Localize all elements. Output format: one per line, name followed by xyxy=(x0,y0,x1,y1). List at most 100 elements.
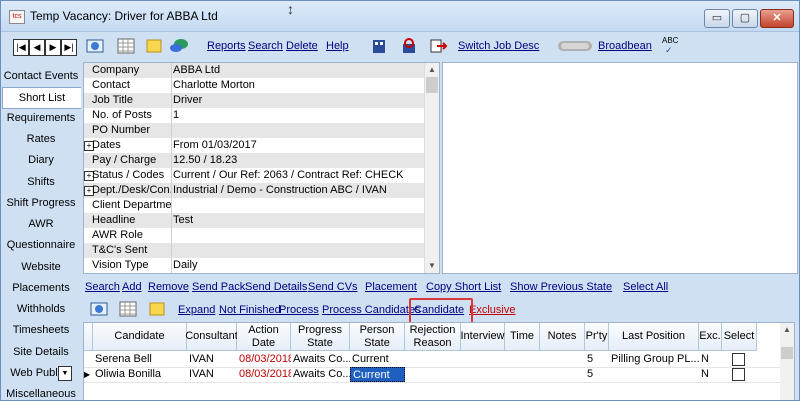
minimize-button[interactable]: ▭ xyxy=(704,9,730,28)
cell-candidate[interactable]: Oliwia Bonilla xyxy=(93,367,187,382)
sidebar-item-short-list[interactable]: Short List xyxy=(2,87,81,109)
sidebar-item-website[interactable]: Website xyxy=(1,257,81,277)
action-send-details-link[interactable]: Send Details xyxy=(245,281,307,293)
search-link[interactable]: Search xyxy=(248,40,283,52)
action-remove-link[interactable]: Remove xyxy=(148,281,189,293)
note-small-icon[interactable] xyxy=(147,300,167,318)
action-not-finished-link[interactable]: Not Finished xyxy=(219,304,281,316)
sidebar-item-questionnaire[interactable]: Questionnaire xyxy=(1,235,81,255)
column-header-action-date[interactable]: Action Date xyxy=(237,323,291,351)
action-process-candidates-link[interactable]: Process Candidates xyxy=(322,304,420,316)
last-record-icon[interactable]: ▶| xyxy=(61,39,77,56)
sidebar-item-awr[interactable]: AWR xyxy=(1,214,81,234)
scroll-up-icon[interactable]: ▲ xyxy=(425,63,439,77)
previous-record-icon[interactable]: ◀ xyxy=(29,39,45,56)
column-header-rejection-reason[interactable]: Rejection Reason xyxy=(405,323,461,351)
sidebar-item-shift-progress[interactable]: Shift Progress xyxy=(1,193,81,213)
sidebar-item-timesheets[interactable]: Timesheets xyxy=(1,320,81,340)
exit-icon[interactable] xyxy=(428,37,448,55)
grid-small-icon[interactable] xyxy=(118,300,138,318)
cell-priority[interactable]: 5 xyxy=(585,352,609,367)
cell-last-position[interactable] xyxy=(609,367,699,382)
detail-value[interactable]: Industrial / Demo - Construction ABC / I… xyxy=(173,183,387,198)
grid-scrollbar[interactable]: ▲ xyxy=(780,323,794,400)
detail-row[interactable]: PO Number xyxy=(84,123,424,138)
column-header-person-state[interactable]: Person State xyxy=(350,323,405,351)
lock-icon[interactable] xyxy=(399,37,419,55)
action-copy-short-list-link[interactable]: Copy Short List xyxy=(426,281,501,293)
column-header-interview[interactable]: Interview xyxy=(460,323,505,351)
action-select-all-link[interactable]: Select All xyxy=(623,281,668,293)
next-record-icon[interactable]: ▶ xyxy=(45,39,61,56)
cell-progress[interactable]: Awaits Co... xyxy=(291,367,350,382)
detail-row[interactable]: Company ABBA Ltd xyxy=(84,63,424,78)
sidebar-item-site-details[interactable]: Site Details xyxy=(1,342,81,362)
details-scrollbar[interactable]: ▲ ▼ xyxy=(424,63,439,273)
column-header-select[interactable]: Select xyxy=(722,323,757,351)
action-expand-link[interactable]: Expand xyxy=(178,304,215,316)
photo-icon[interactable] xyxy=(85,37,105,55)
detail-value[interactable]: ABBA Ltd xyxy=(173,63,220,78)
detail-value[interactable]: 1 xyxy=(173,108,179,123)
detail-row[interactable]: Contact Charlotte Morton xyxy=(84,78,424,93)
scroll-down-icon[interactable]: ▼ xyxy=(425,259,439,273)
reports-link[interactable]: Reports xyxy=(207,40,246,52)
sidebar-item-contact-events[interactable]: Contact Events xyxy=(1,66,81,86)
spellcheck-icon[interactable]: ABC xyxy=(662,36,678,45)
cell-last-position[interactable]: Pilling Group PL... xyxy=(609,352,699,367)
cell-action-date[interactable]: 08/03/2018 xyxy=(237,352,291,367)
action-add-link[interactable]: Add xyxy=(122,281,142,293)
detail-row[interactable]: T&C's Sent xyxy=(84,243,424,258)
detail-row[interactable]: Pay / Charge 12.50 / 18.23 xyxy=(84,153,424,168)
notes-panel[interactable] xyxy=(442,62,798,274)
column-header-last-position[interactable]: Last Position xyxy=(609,323,699,351)
detail-row[interactable]: Job Title Driver xyxy=(84,93,424,108)
action-search-link[interactable]: Search xyxy=(85,281,120,293)
action-send-cvs-link[interactable]: Send CVs xyxy=(308,281,358,293)
broadbean-link[interactable]: Broadbean xyxy=(598,40,652,52)
sidebar-item-diary[interactable]: Diary xyxy=(1,150,81,170)
action-show-previous-state-link[interactable]: Show Previous State xyxy=(510,281,612,293)
help-link[interactable]: Help xyxy=(326,40,349,52)
maximize-button[interactable]: ▢ xyxy=(732,9,758,28)
detail-value[interactable]: Test xyxy=(173,213,193,228)
scroll-thumb[interactable] xyxy=(426,77,438,93)
detail-value[interactable]: Current / Our Ref: 2063 / Contract Ref: … xyxy=(173,168,403,183)
cell-priority[interactable]: 5 xyxy=(585,367,609,382)
photo-small-icon[interactable] xyxy=(89,300,109,318)
detail-row[interactable]: Headline Test xyxy=(84,213,424,228)
detail-value[interactable]: Driver xyxy=(173,93,202,108)
sidebar-item-withholds[interactable]: Withholds xyxy=(1,299,81,319)
cell-progress[interactable]: Awaits Co... xyxy=(291,352,350,367)
detail-value[interactable]: Daily xyxy=(173,258,197,273)
cell-action-date[interactable]: 08/03/2018 xyxy=(237,367,291,382)
grid-scroll-thumb[interactable] xyxy=(781,347,793,359)
note-icon[interactable] xyxy=(144,37,164,55)
column-header-exc-[interactable]: Exc. xyxy=(699,323,722,351)
sidebar-item-shifts[interactable]: Shifts xyxy=(1,172,81,192)
first-record-icon[interactable]: |◀ xyxy=(13,39,29,56)
sidebar-item-requirements[interactable]: Requirements xyxy=(1,108,81,128)
cell-person-state[interactable]: Current xyxy=(350,367,405,382)
chat-icon[interactable] xyxy=(169,37,189,55)
sidebar-item-miscellaneous[interactable]: Miscellaneous xyxy=(1,384,81,400)
select-checkbox[interactable] xyxy=(732,368,745,381)
column-header-candidate[interactable]: Candidate xyxy=(93,323,187,351)
action-placement-link[interactable]: Placement xyxy=(365,281,417,293)
column-header-time[interactable]: Time xyxy=(505,323,540,351)
building-icon[interactable] xyxy=(369,37,389,55)
detail-row[interactable]: + Status / Codes Current / Our Ref: 2063 /… xyxy=(84,168,424,183)
action-exclusive-link[interactable]: Exclusive xyxy=(469,304,515,316)
detail-value[interactable]: Charlotte Morton xyxy=(173,78,255,93)
delete-link[interactable]: Delete xyxy=(286,40,318,52)
detail-row[interactable]: + Dept./Desk/Con... Industrial / Demo - Co… xyxy=(84,183,424,198)
column-header-progress-state[interactable]: Progress State xyxy=(291,323,350,351)
detail-row[interactable]: AWR Role xyxy=(84,228,424,243)
column-header-consultant[interactable]: Consultant xyxy=(185,323,238,351)
column-header-notes[interactable]: Notes xyxy=(540,323,585,351)
cell-consultant[interactable]: IVAN xyxy=(187,367,237,382)
sidebar-item-placements[interactable]: Placements xyxy=(1,278,81,298)
action-process-link[interactable]: Process xyxy=(279,304,319,316)
cell-consultant[interactable]: IVAN xyxy=(187,352,237,367)
detail-row[interactable]: + Dates From 01/03/2017 xyxy=(84,138,424,153)
